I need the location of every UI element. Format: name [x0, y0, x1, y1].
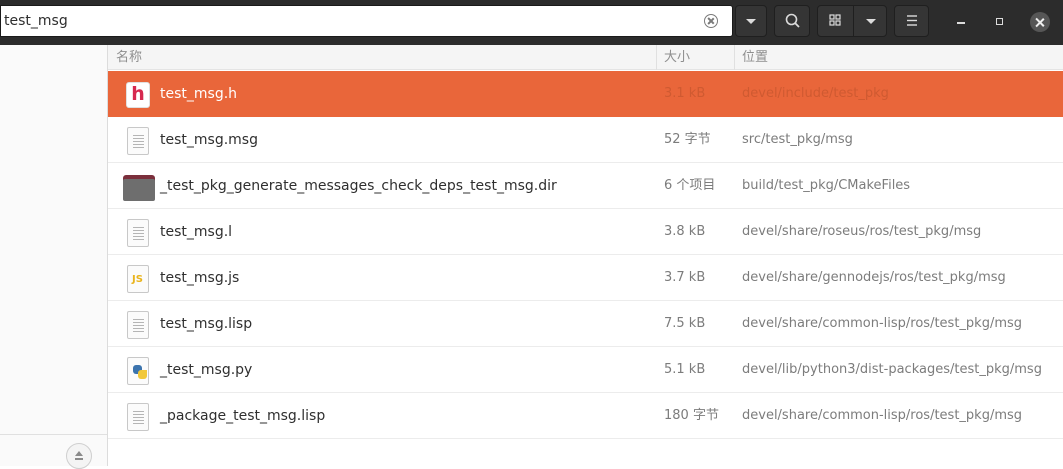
chevron-down-icon	[746, 19, 756, 24]
file-size: 52 字节	[664, 132, 711, 147]
file-location: src/test_pkg/msg	[742, 132, 853, 147]
header-bar	[0, 0, 1063, 45]
eject-icon	[75, 451, 83, 456]
search-input[interactable]	[4, 9, 694, 33]
file-size: 3.7 kB	[664, 270, 706, 285]
file-size: 3.1 kB	[664, 86, 706, 101]
search-options-dropdown-button[interactable]	[735, 5, 767, 37]
column-name-header[interactable]: 名称	[116, 45, 142, 70]
folder-icon	[123, 173, 155, 201]
file-name: test_msg.l	[160, 224, 233, 240]
file-location: build/test_pkg/CMakeFiles	[742, 178, 911, 193]
file-location: devel/share/roseus/ros/test_pkg/msg	[742, 224, 982, 239]
file-name: test_msg.lisp	[160, 316, 253, 332]
clear-search-icon[interactable]	[704, 14, 718, 28]
file-row[interactable]: test_msg.l 3.8 kB devel/share/roseus/ros…	[108, 209, 1063, 255]
file-name: test_msg.msg	[160, 132, 258, 148]
file-location: devel/share/common-lisp/ros/test_pkg/msg	[742, 316, 1023, 331]
javascript-file-icon: JS	[126, 265, 150, 293]
file-size: 180 字节	[664, 408, 719, 423]
column-location-header[interactable]: 位置	[742, 45, 768, 70]
file-name: test_msg.h	[160, 86, 238, 102]
sidebar-divider	[0, 434, 107, 435]
python-file-icon	[126, 357, 150, 385]
file-name: _test_pkg_generate_messages_check_deps_t…	[160, 178, 557, 194]
file-name: _test_msg.py	[160, 362, 253, 378]
file-row[interactable]: _test_pkg_generate_messages_check_deps_t…	[108, 163, 1063, 209]
file-location: devel/share/common-lisp/ros/test_pkg/msg	[742, 408, 1023, 423]
maximize-icon[interactable]	[996, 18, 1003, 25]
file-row[interactable]: test_msg.lisp 7.5 kB devel/share/common-…	[108, 301, 1063, 347]
file-row[interactable]: _package_test_msg.lisp 180 字节 devel/shar…	[108, 393, 1063, 439]
file-size: 3.8 kB	[664, 224, 706, 239]
view-options-dropdown-button[interactable]	[854, 6, 887, 36]
file-row[interactable]: JS test_msg.js 3.7 kB devel/share/gennod…	[108, 255, 1063, 301]
grid-view-button[interactable]	[818, 6, 854, 36]
eject-button[interactable]	[66, 443, 92, 469]
view-toggle-group	[817, 5, 887, 37]
column-size-header[interactable]: 大小	[664, 45, 690, 70]
hamburger-menu-icon	[907, 15, 917, 26]
close-window-icon[interactable]	[1030, 12, 1050, 32]
file-size: 5.1 kB	[664, 362, 706, 377]
file-row[interactable]: _test_msg.py 5.1 kB devel/lib/python3/di…	[108, 347, 1063, 393]
search-box[interactable]	[0, 5, 733, 37]
column-header: 名称 大小 位置	[108, 45, 1063, 70]
file-size: 6 个项目	[664, 178, 716, 193]
grid-icon	[829, 14, 841, 26]
file-location: devel/include/test_pkg	[742, 86, 889, 101]
chevron-down-icon	[866, 19, 876, 24]
text-file-icon	[126, 219, 150, 247]
file-row[interactable]: h test_msg.h 3.1 kB devel/include/test_p…	[108, 71, 1063, 117]
file-location: devel/lib/python3/dist-packages/test_pkg…	[742, 362, 1042, 377]
file-list: h test_msg.h 3.1 kB devel/include/test_p…	[108, 71, 1063, 439]
text-file-icon	[126, 311, 150, 339]
c-header-file-icon: h	[126, 81, 150, 109]
menu-button[interactable]	[894, 5, 929, 37]
file-size: 7.5 kB	[664, 316, 706, 331]
sidebar	[0, 45, 108, 469]
file-location: devel/share/gennodejs/ros/test_pkg/msg	[742, 270, 1006, 285]
text-file-icon	[126, 403, 150, 431]
minimize-icon[interactable]	[957, 22, 965, 24]
magnifier-icon	[785, 13, 800, 28]
search-button[interactable]	[774, 5, 810, 37]
text-file-icon	[126, 127, 150, 155]
file-name: test_msg.js	[160, 270, 240, 286]
file-name: _package_test_msg.lisp	[160, 408, 326, 424]
file-row[interactable]: test_msg.msg 52 字节 src/test_pkg/msg	[108, 117, 1063, 163]
